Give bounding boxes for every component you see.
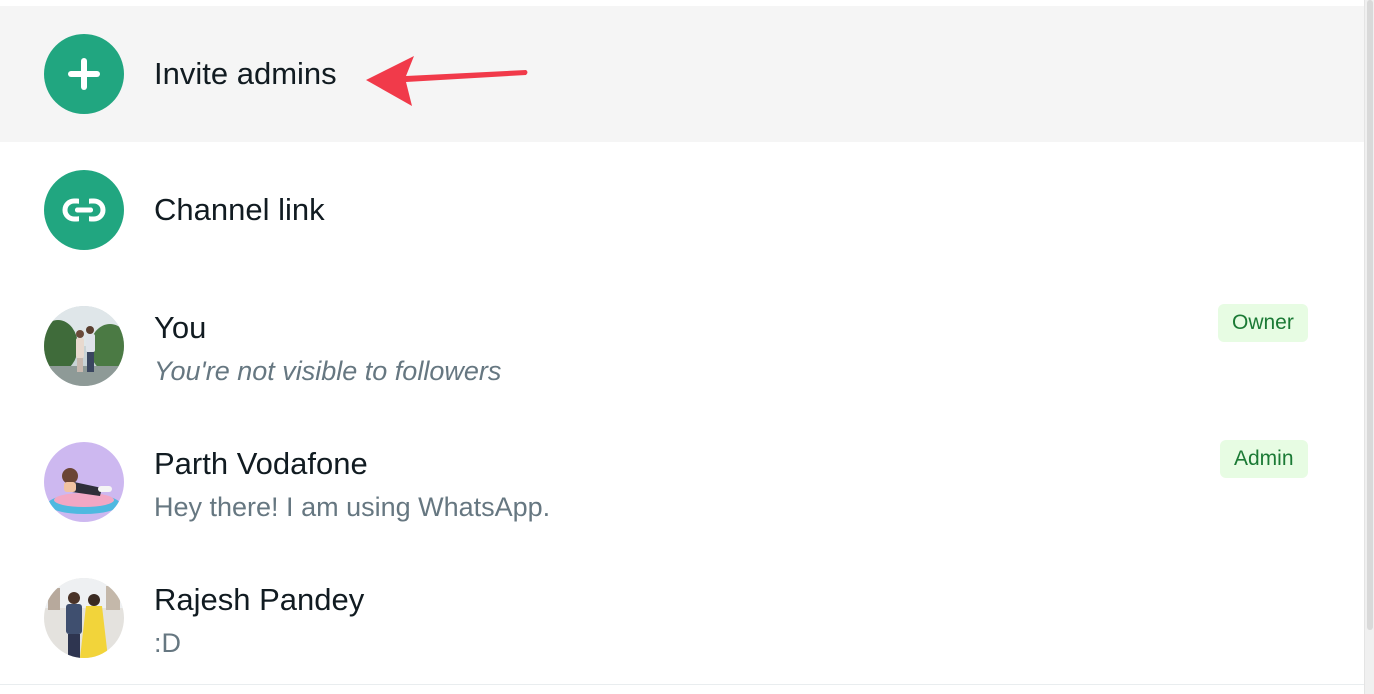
invite-admins-avatar [44,34,124,114]
member-status: Hey there! I am using WhatsApp. [154,492,551,522]
annotation-arrow-icon [366,56,528,106]
scrollbar-thumb[interactable] [1367,0,1373,630]
scrollbar[interactable] [1364,0,1374,694]
member-row-rajesh-pandey[interactable]: Rajesh Pandey :D [0,550,1365,686]
member-row-you[interactable]: You You're not visible to followers Owne… [0,278,1365,414]
invite-admins-label: Invite admins [154,56,337,91]
avatar [44,306,124,386]
member-name: Parth Vodafone [154,446,368,481]
avatar [44,578,124,658]
channel-link-avatar [44,170,124,250]
member-row-parth-vodafone[interactable]: Parth Vodafone Hey there! I am using Wha… [0,414,1365,550]
channel-link-label: Channel link [154,192,325,227]
member-status: :D [154,628,181,658]
avatar-photo [44,306,124,386]
avatar-photo [44,578,124,658]
divider [0,684,1365,685]
member-status: You're not visible to followers [154,356,502,386]
channel-admins-panel: Invite admins Channel link You You're no… [0,6,1365,688]
member-name: You [154,310,207,345]
invite-admins-row[interactable]: Invite admins [0,6,1365,142]
avatar [44,442,124,522]
plus-icon [68,58,100,90]
channel-link-row[interactable]: Channel link [0,142,1365,278]
owner-badge: Owner [1218,304,1308,342]
avatar-photo [44,442,124,522]
admin-badge: Admin [1220,440,1308,478]
member-name: Rajesh Pandey [154,582,365,617]
link-icon [62,198,106,222]
